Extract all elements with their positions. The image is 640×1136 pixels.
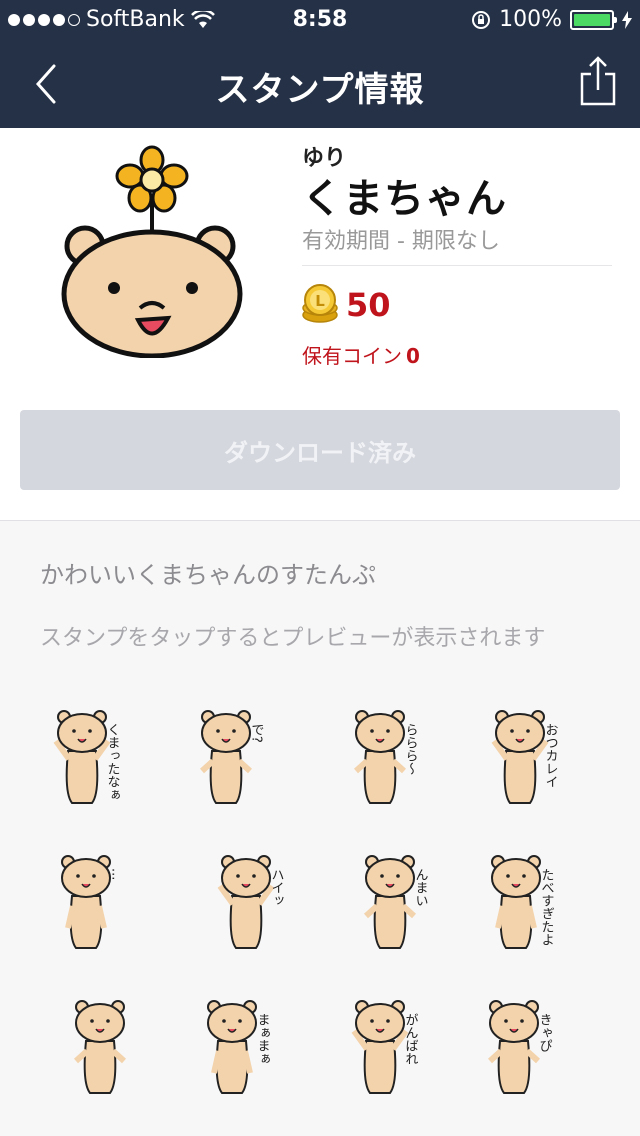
sticker-caption: んまい [413,868,428,907]
sticker-thumbnail[interactable]: きゃぴ [460,970,600,1115]
validity-period: 有効期間 - 期限なし [302,229,500,254]
coin-icon: L [302,284,338,323]
owned-coins-label: 保有コイン [302,344,402,368]
bear-sticker-image: で? [199,709,264,804]
bear-sticker-image: んまい [363,854,428,949]
sticker-thumbnail[interactable]: ... [40,825,180,970]
price-value: 50 [346,286,391,324]
main-sticker-image [61,145,243,358]
bear-sticker-image: がんばれ [351,999,419,1094]
sticker-caption: ハイッ [269,868,284,907]
sticker-caption: きゃぴ [537,1013,552,1052]
sticker-caption: まぁまぁ [255,1013,270,1065]
bear-sticker-image: くまったなぁ [53,709,120,804]
sticker-grid: くまったなぁ で? ららら〜 おつカレイ... ハイッ んまい たべすぎたよまぁまぁ がんばれ… [40,680,600,1115]
sticker-thumbnail[interactable]: で? [180,680,320,825]
sticker-thumbnail[interactable]: まぁまぁ [180,970,320,1115]
bear-sticker-image: ららら〜 [353,709,418,804]
owned-coins-value: 0 [406,344,420,368]
pack-description: かわいいくまちゃんのすたんぷ [40,561,376,589]
bear-sticker-image: ハイッ [217,854,284,949]
sticker-thumbnail[interactable]: ハイッ [180,825,320,970]
bear-sticker-image [73,999,127,1094]
bear-sticker-image: まぁまぁ [207,999,270,1094]
status-bar: SoftBank 8:58 100% [0,0,640,40]
sticker-caption: たべすぎたよ [539,868,555,946]
sticker-caption: がんばれ [403,1013,419,1065]
bear-sticker-image: おつカレイ [491,709,558,804]
sticker-thumbnail[interactable]: んまい [320,825,460,970]
svg-text:L: L [315,292,325,310]
top-bar: SoftBank 8:58 100% スタンプ情報 [0,0,640,128]
sticker-thumbnail[interactable]: おつカレイ [460,680,600,825]
sticker-thumbnail[interactable]: くまったなぁ [40,680,180,825]
sticker-caption: ららら〜 [403,723,418,775]
page-title: スタンプ情報 [215,70,425,110]
sticker-thumbnail[interactable] [40,970,180,1115]
sticker-thumbnail[interactable]: がんばれ [320,970,460,1115]
bear-sticker-image: きゃぴ [487,999,552,1094]
sticker-caption: くまったなぁ [105,723,120,801]
sticker-thumbnail[interactable]: ららら〜 [320,680,460,825]
sticker-detail: ゆり くまちゃん 有効期間 - 期限なし L 50 保有コイン 0 ダウンロード済… [0,128,640,521]
preview-hint: スタンプをタップするとプレビューが表示されます [40,626,546,651]
bear-sticker-image: たべすぎたよ [491,854,555,949]
share-icon[interactable] [578,52,618,108]
navigation-bar: スタンプ情報 [0,40,640,128]
divider [302,265,612,266]
charging-icon [622,10,632,29]
battery-group: 100% [471,7,632,32]
rotation-lock-icon [472,10,491,29]
sticker-caption: で? [249,723,264,743]
sticker-thumbnail[interactable]: たべすぎたよ [460,825,600,970]
sticker-pack-name: くまちゃん [302,176,507,222]
battery-percent: 100% [499,7,562,32]
sticker-caption: おつカレイ [543,723,558,788]
sticker-caption: ... [109,868,124,880]
downloaded-button[interactable]: ダウンロード済み [20,410,620,490]
owned-coins: 保有コイン 0 [302,340,420,369]
bear-sticker-image: ... [61,854,124,949]
battery-icon [570,9,617,30]
